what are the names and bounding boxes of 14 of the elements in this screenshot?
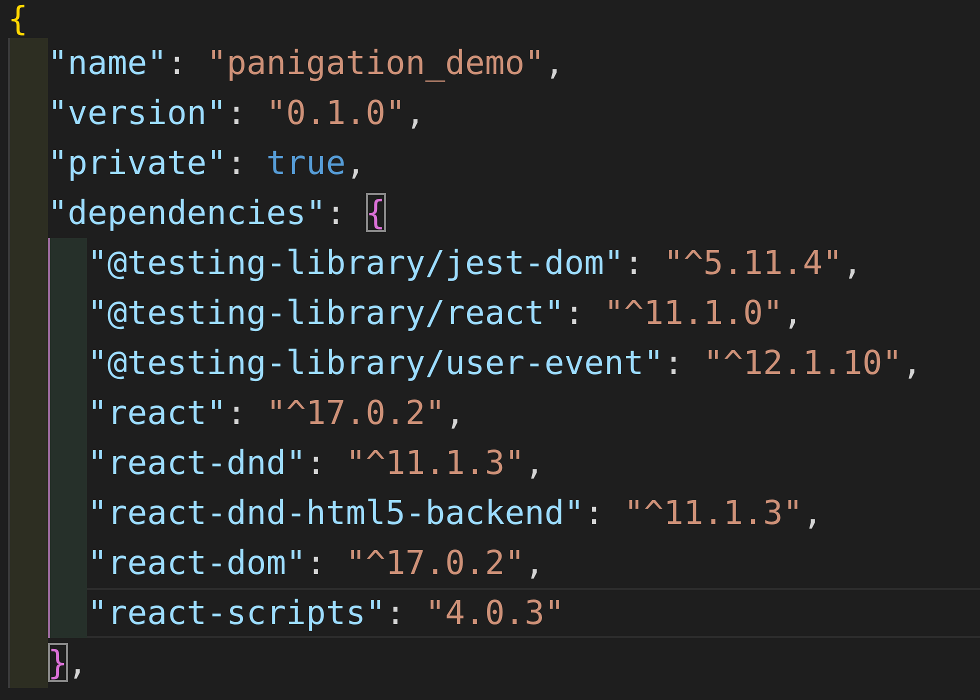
code-line: "react": "^17.0.2", (87, 392, 466, 434)
code-line: "name": "panigation_demo", (48, 42, 566, 84)
code-line: "react-dnd": "^11.1.3", (87, 442, 546, 484)
code-line: "react-dom": "^17.0.2", (87, 542, 546, 584)
code-line: "@testing-library/user-event": "^12.1.10", (87, 342, 923, 384)
code-line: "react-dnd-html5-backend": "^11.1.3", (87, 492, 824, 534)
code-line: "private": true, (48, 142, 367, 184)
code-line: "@testing-library/jest-dom": "^5.11.4", (87, 242, 864, 284)
code-line: "dependencies": { (48, 192, 387, 234)
code-line: "@testing-library/react": "^11.1.0", (87, 292, 804, 334)
code-line: "react-scripts": "4.0.3" (87, 588, 980, 638)
code-line: "version": "0.1.0", (48, 92, 426, 134)
code-line: }, (48, 642, 88, 684)
code-line: { (8, 0, 29, 38)
